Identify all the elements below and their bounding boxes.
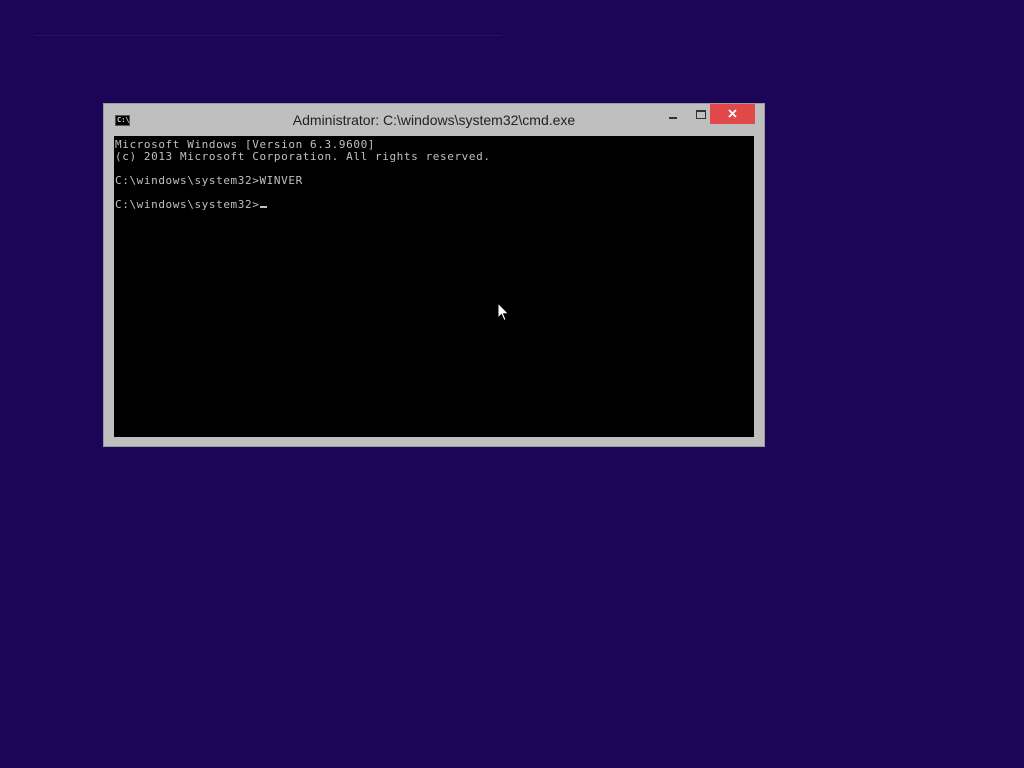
cmd-window[interactable]: C:\ Administrator: C:\windows\system32\c… bbox=[104, 104, 764, 446]
minimize-button[interactable] bbox=[660, 104, 687, 124]
mouse-pointer-icon bbox=[497, 302, 510, 322]
text-cursor bbox=[260, 206, 268, 208]
desktop-artifact-line bbox=[34, 35, 502, 36]
close-button[interactable] bbox=[710, 104, 755, 124]
desktop-background: C:\ Administrator: C:\windows\system32\c… bbox=[0, 0, 1024, 768]
console-output[interactable]: Microsoft Windows [Version 6.3.9600] (c)… bbox=[114, 136, 754, 437]
title-bar[interactable]: C:\ Administrator: C:\windows\system32\c… bbox=[104, 104, 764, 136]
console-line: C:\windows\system32>WINVER bbox=[115, 174, 303, 187]
close-icon bbox=[728, 109, 737, 118]
console-prompt: C:\windows\system32> bbox=[115, 198, 260, 211]
console-prompt-line[interactable]: C:\windows\system32> bbox=[115, 198, 268, 211]
console-line: (c) 2013 Microsoft Corporation. All righ… bbox=[115, 150, 491, 163]
